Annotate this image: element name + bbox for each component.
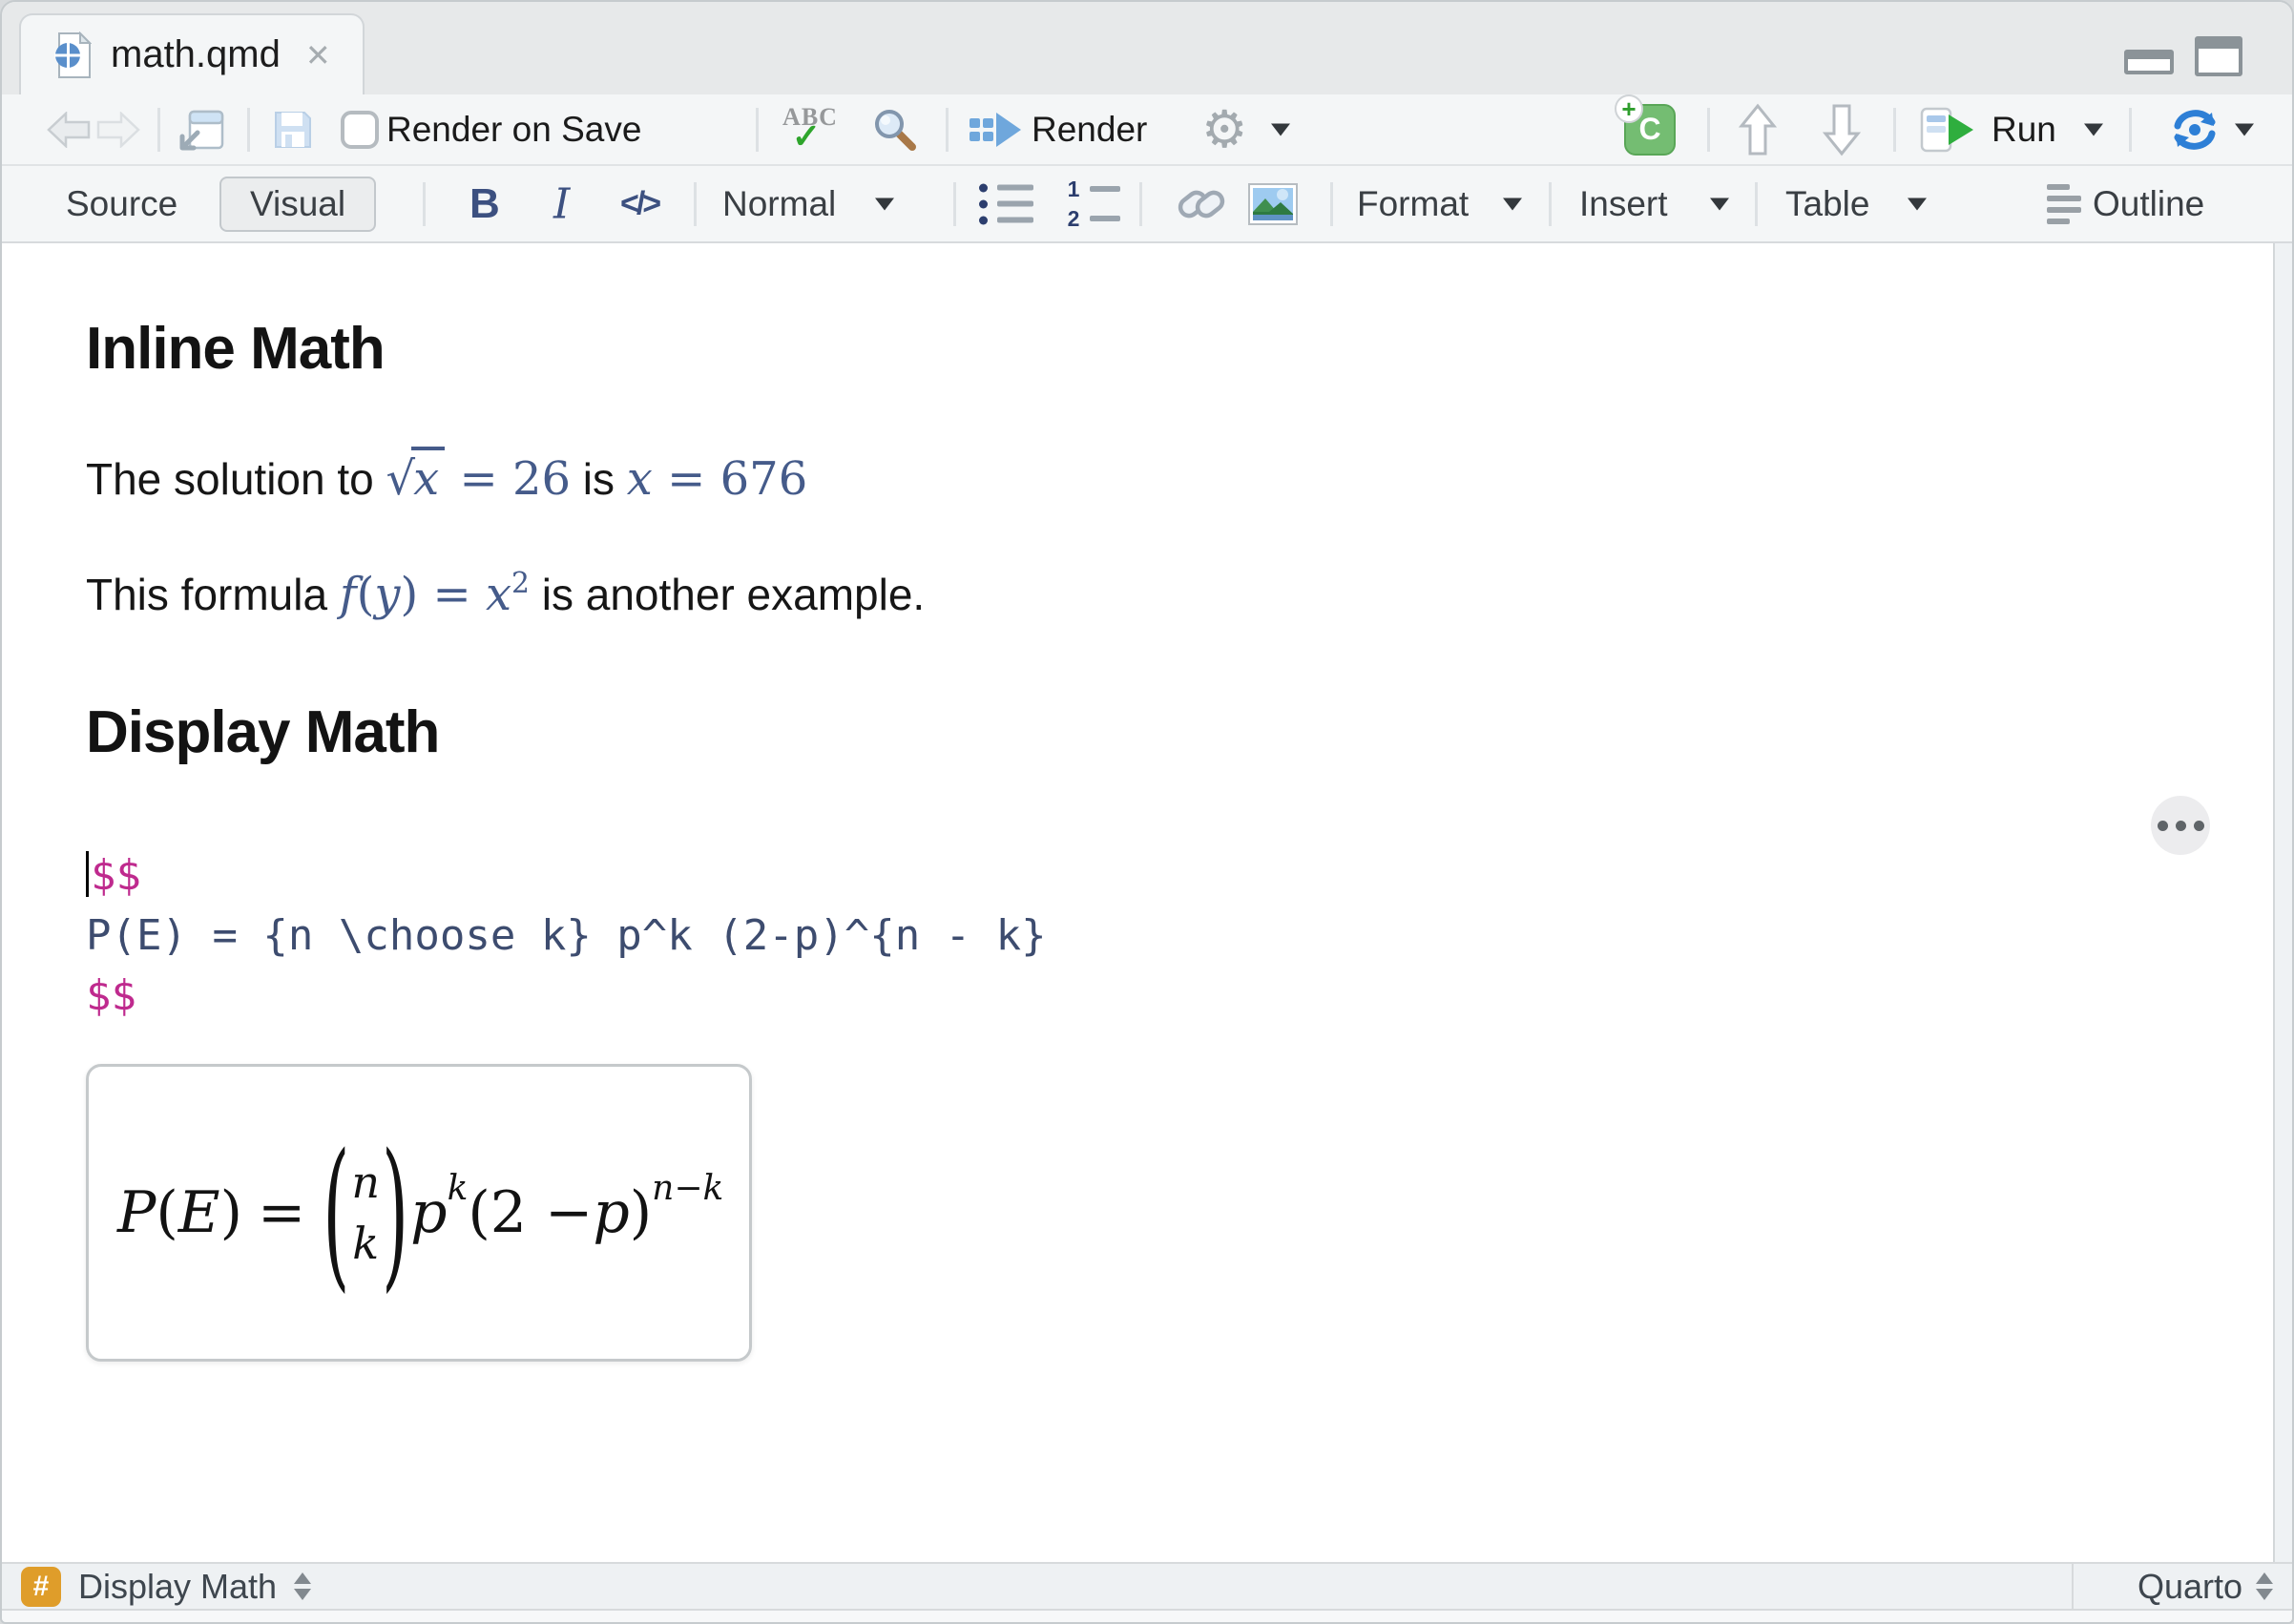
window-bottom-edge	[2, 1611, 2292, 1622]
format-menu-caret-icon[interactable]	[1503, 198, 1522, 210]
current-section-label: Display Math	[78, 1566, 278, 1606]
text-cursor	[86, 851, 89, 897]
outline-toggle[interactable]: Outline	[2047, 183, 2205, 224]
math-delimiter-line: $$	[86, 971, 136, 1020]
render-icon[interactable]	[968, 109, 1023, 151]
source-rerun-icon[interactable]	[2170, 107, 2220, 153]
spellcheck-icon[interactable]: ABC ✓	[777, 103, 844, 156]
rendered-equation: P(E) = ( nk ) pk (2 − p) n−k	[117, 1118, 724, 1307]
save-icon[interactable]	[272, 109, 314, 151]
tab-title: math.qmd	[111, 33, 281, 75]
numbered-list-icon[interactable]: 1 2	[1067, 177, 1120, 230]
visual-mode-toggle[interactable]: Visual	[219, 176, 377, 232]
run-next-chunks-icon[interactable]	[1823, 103, 1861, 156]
section-navigator[interactable]: # Display Math	[2, 1566, 312, 1607]
scrollbar-gutter[interactable]	[2273, 243, 2292, 1562]
bullet-list-icon[interactable]	[979, 183, 1033, 224]
inline-math-x676: x = 676	[626, 452, 808, 506]
tab-math-qmd[interactable]: math.qmd ✕	[19, 13, 365, 94]
tab-close-icon[interactable]: ✕	[305, 37, 331, 73]
table-menu[interactable]: Table	[1785, 184, 1869, 224]
paragraph-style-caret-icon[interactable]	[875, 198, 894, 210]
render-on-save-checkbox[interactable]	[341, 110, 379, 149]
quarto-document-icon	[53, 31, 92, 79]
gear-icon[interactable]: ⚙	[1201, 104, 1247, 156]
run-button[interactable]: Run	[1992, 110, 2056, 150]
paragraph-style-select[interactable]: Normal	[722, 184, 836, 224]
document-mode-label: Quarto	[2137, 1566, 2242, 1606]
back-icon[interactable]	[47, 111, 91, 148]
bold-icon[interactable]: B	[469, 180, 500, 228]
maximize-pane-icon[interactable]	[2195, 36, 2242, 76]
pane-controls	[2124, 36, 2242, 76]
render-options-caret-icon[interactable]	[1271, 123, 1290, 135]
main-toolbar: Render on Save ABC ✓ Render ⚙ C + Run	[2, 94, 2292, 166]
insert-menu[interactable]: Insert	[1579, 184, 1668, 224]
paragraph-inline-math-2: This formula f(y) = x2 is another exampl…	[86, 566, 926, 621]
render-on-save-label[interactable]: Render on Save	[386, 110, 641, 150]
insert-menu-caret-icon[interactable]	[1710, 198, 1729, 210]
source-options-caret-icon[interactable]	[2235, 123, 2254, 135]
inline-math-fy: f(y) = x2	[339, 566, 530, 621]
heading-inline-math: Inline Math	[86, 316, 386, 382]
italic-icon[interactable]: I	[553, 179, 570, 228]
mode-updown-icon	[2256, 1572, 2273, 1600]
forward-icon[interactable]	[96, 111, 140, 148]
math-delimiter-line: $$	[86, 845, 2292, 906]
search-icon[interactable]	[872, 107, 918, 153]
source-mode-toggle[interactable]: Source	[66, 184, 177, 224]
table-menu-caret-icon[interactable]	[1908, 198, 1927, 210]
paragraph-inline-math-1: The solution to √x = 26 is x = 676	[86, 447, 2292, 510]
format-toolbar: Source Visual B I </> Normal 1 2 Format …	[2, 166, 2292, 243]
math-preview-box: P(E) = ( nk ) pk (2 − p) n−k	[86, 1064, 752, 1362]
document-mode-selector[interactable]: Quarto	[2072, 1564, 2292, 1609]
heading-display-math: Display Math	[86, 699, 440, 765]
rstudio-source-pane: math.qmd ✕ Render on Save ABC ✓ Render ⚙…	[0, 0, 2294, 1624]
outline-icon	[2047, 183, 2081, 224]
code-icon[interactable]: </>	[620, 185, 661, 222]
section-updown-icon	[294, 1572, 312, 1600]
run-icon[interactable]	[1920, 107, 1975, 153]
display-math-source-block[interactable]: $$ P(E) = {n \choose k} p^k (2-p)^{n - k…	[86, 845, 2292, 1026]
heading-hash-icon: #	[21, 1566, 61, 1607]
editor-status-bar: # Display Math Quarto	[2, 1562, 2292, 1611]
open-in-new-window-icon[interactable]	[178, 106, 226, 154]
outline-label: Outline	[2093, 183, 2205, 223]
run-previous-chunks-icon[interactable]	[1739, 103, 1777, 156]
visual-editor-canvas[interactable]: Inline Math The solution to √x = 26 is x…	[2, 243, 2292, 1562]
render-button[interactable]: Render	[1032, 110, 1147, 150]
insert-chunk-icon[interactable]: C +	[1615, 94, 1676, 156]
math-code-line: P(E) = {n \choose k} p^k (2-p)^{n - k}	[86, 911, 1047, 960]
link-icon[interactable]	[1176, 182, 1227, 226]
tab-bar: math.qmd ✕	[2, 2, 2292, 94]
format-menu[interactable]: Format	[1357, 184, 1469, 224]
minimize-pane-icon[interactable]	[2124, 50, 2174, 74]
run-options-caret-icon[interactable]	[2084, 123, 2103, 135]
inline-math-sqrt: √x = 26	[386, 447, 571, 506]
block-options-ellipsis-button[interactable]	[2151, 796, 2210, 855]
image-icon[interactable]	[1248, 182, 1298, 225]
